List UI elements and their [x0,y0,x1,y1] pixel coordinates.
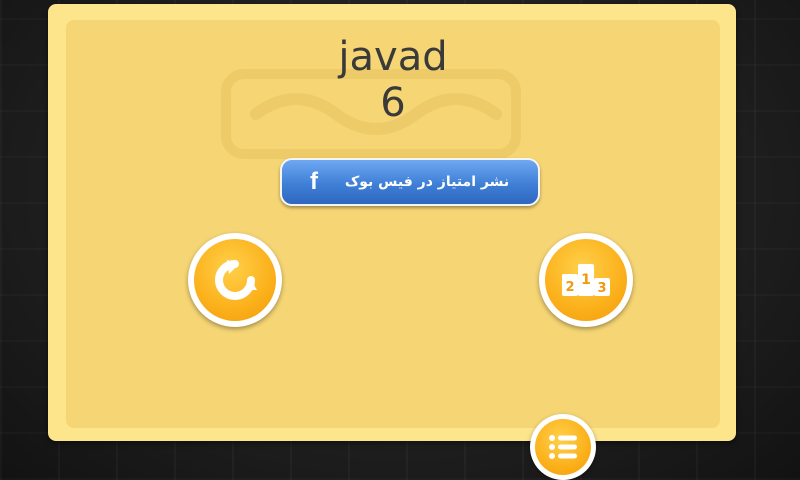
menu-button-face [535,419,591,475]
replay-button[interactable] [188,233,282,327]
svg-text:1: 1 [581,272,591,288]
leaderboard-button-face: 1 2 3 [545,239,627,321]
share-facebook-label: نشر امتیاز در فیس بوک [344,174,510,190]
svg-text:3: 3 [597,281,606,296]
facebook-icon: f [310,168,318,195]
player-name: javad [338,34,448,80]
list-menu-icon [549,435,577,459]
leaderboard-button[interactable]: 1 2 3 [539,233,633,327]
score-value: 6 [380,80,406,126]
podium-icon: 1 2 3 [562,264,610,296]
menu-button[interactable] [530,414,596,480]
replay-button-face [194,239,276,321]
share-facebook-button[interactable]: f نشر امتیاز در فیس بوک [280,158,540,206]
result-panel: javad 6 f نشر امتیاز در فیس بوک 1 2 3 [48,4,736,441]
result-panel-inner: javad 6 f نشر امتیاز در فیس بوک 1 2 3 [66,20,720,428]
svg-text:2: 2 [565,280,574,295]
replay-icon [215,260,257,300]
